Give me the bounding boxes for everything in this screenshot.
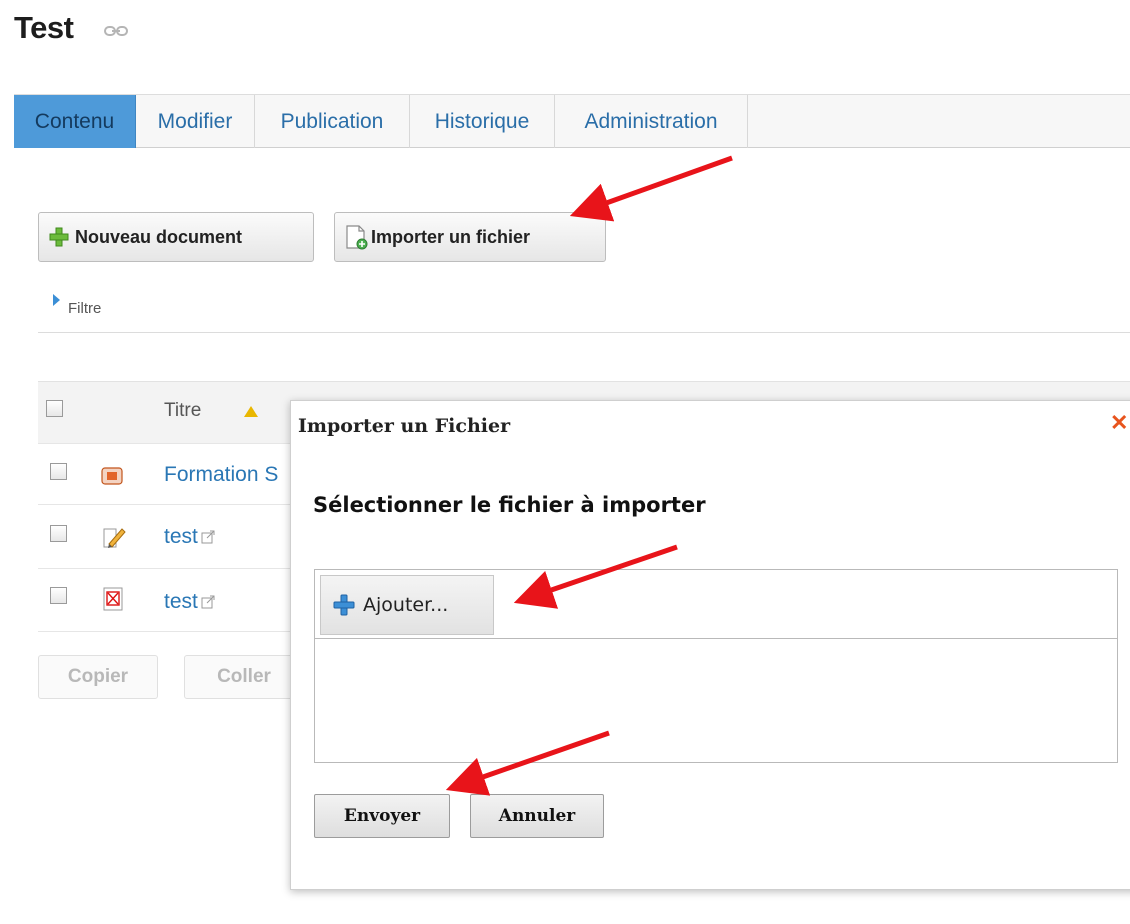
file-add-icon [346,225,368,250]
row-title[interactable]: test [164,525,198,548]
row-title-link[interactable]: test [164,525,215,549]
filter-toggle-icon[interactable] [53,294,60,306]
add-file-label: Ajouter... [363,594,449,616]
tab-bar: Contenu Modifier Publication Historique … [14,94,1130,148]
new-document-label: Nouveau document [75,226,243,247]
sort-ascending-icon[interactable] [244,406,258,417]
copy-button[interactable]: Copier [38,655,158,699]
page-title: Test [14,10,74,45]
arrow-to-import-button [569,155,733,222]
dialog-heading: Sélectionner le fichier à importer [313,493,706,517]
paste-button[interactable]: Coller [184,655,304,699]
close-icon[interactable]: ✕ [1110,410,1128,436]
link-icon[interactable] [104,25,128,37]
plus-icon [49,227,69,247]
add-file-button[interactable]: Ajouter... [320,575,494,635]
tab-publication[interactable]: Publication [255,95,410,148]
row-checkbox[interactable] [50,587,67,604]
tab-contenu[interactable]: Contenu [14,95,136,148]
row-checkbox[interactable] [50,463,67,480]
plus-icon [333,594,355,616]
divider [38,332,1130,333]
import-file-button[interactable]: Importer un fichier [334,212,606,262]
pencil-icon [103,528,126,548]
import-file-label: Importer un fichier [371,226,531,247]
row-title[interactable]: test [164,590,198,613]
external-link-icon [201,530,215,544]
pdf-icon [103,587,123,611]
tab-modifier[interactable]: Modifier [136,95,255,148]
select-all-checkbox[interactable] [46,400,63,417]
upload-divider [314,638,1118,639]
row-title-link[interactable]: test [164,590,215,614]
external-link-icon [201,595,215,609]
presentation-icon [101,467,123,485]
new-document-button[interactable]: Nouveau document [38,212,314,262]
filter-label[interactable]: Filtre [68,300,101,317]
send-button[interactable]: Envoyer [314,794,450,838]
tab-historique[interactable]: Historique [410,95,555,148]
column-header-title[interactable]: Titre [164,400,201,422]
cancel-button[interactable]: Annuler [470,794,604,838]
row-checkbox[interactable] [50,525,67,542]
tab-administration[interactable]: Administration [555,95,748,148]
dialog-title: Importer un Fichier [298,415,511,437]
row-title-link[interactable]: Formation S [164,463,278,487]
